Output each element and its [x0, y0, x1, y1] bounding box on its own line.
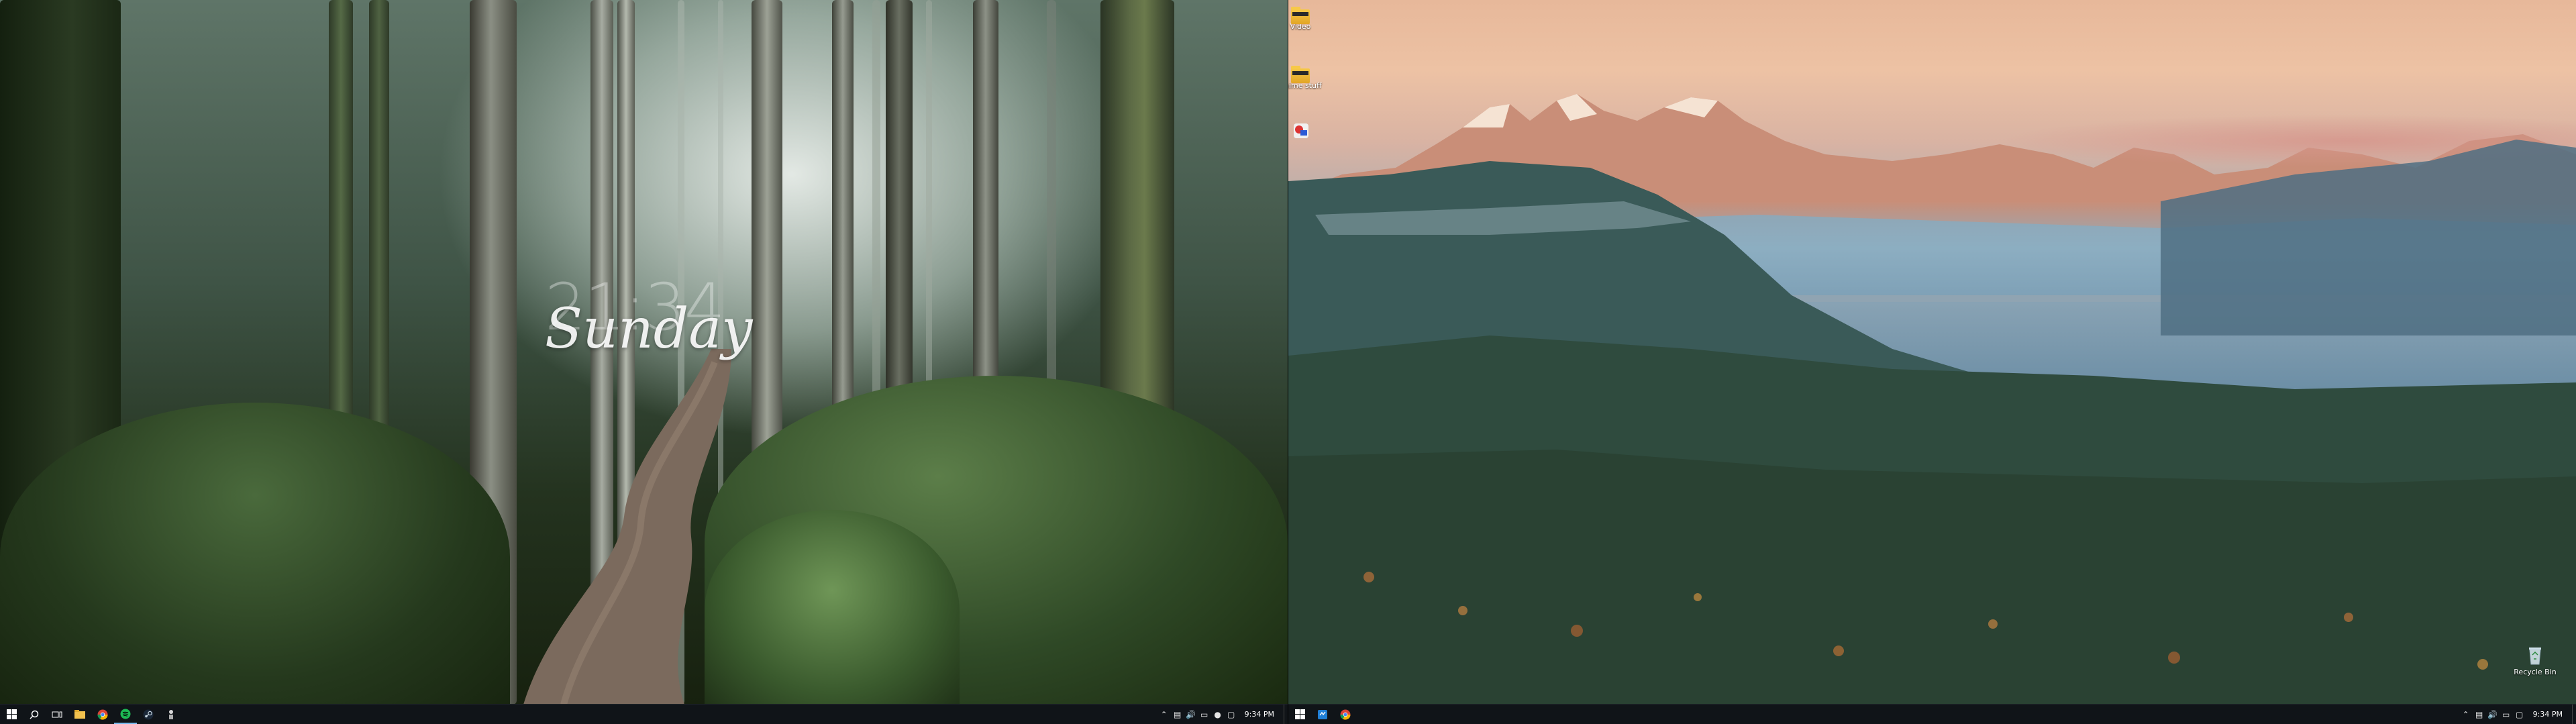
steam-icon	[143, 709, 154, 719]
chrome-icon	[97, 709, 108, 720]
fern-cluster	[705, 510, 960, 711]
pinned-app-button[interactable]	[1311, 705, 1334, 724]
desktop-icon-video[interactable]: Video	[1288, 5, 1326, 31]
app-icon	[1318, 709, 1327, 719]
spotify-icon	[120, 709, 131, 719]
notification-icon[interactable]: ▢	[1225, 710, 1238, 719]
volume-icon[interactable]: 🔊	[2486, 710, 2500, 719]
fern-cluster	[0, 403, 510, 711]
notification-icon[interactable]: ▢	[2513, 710, 2526, 719]
taskbar-clock[interactable]: 9:34 PM	[1238, 710, 1284, 719]
windows-logo-icon	[1294, 709, 1305, 719]
clock-widget: 21:34 Sunday	[545, 275, 753, 361]
chevron-up-icon[interactable]: ⌃	[1157, 710, 1171, 719]
network-icon[interactable]: ▤	[1171, 710, 1184, 719]
file-explorer-icon	[74, 710, 85, 719]
folder-icon	[1291, 7, 1310, 24]
chrome-icon	[1340, 709, 1351, 720]
show-desktop-button[interactable]	[2572, 705, 2576, 724]
app-tray-icon[interactable]: ●	[1211, 710, 1225, 719]
battery-icon[interactable]: ▭	[2500, 710, 2513, 719]
start-button[interactable]	[0, 705, 23, 724]
desktop-icon-anime-stuff[interactable]: Anime stuff	[1288, 64, 1326, 90]
network-icon[interactable]: ▤	[2473, 710, 2486, 719]
taskbar-right: ⌃ ▤ 🔊 ▭ ▢ 9:34 PM	[1288, 704, 2576, 724]
volume-icon[interactable]: 🔊	[1184, 710, 1198, 719]
desktop-icon-recycle-bin[interactable]: Recycle Bin	[2510, 644, 2561, 676]
desktop-icon-label: Recycle Bin	[2514, 668, 2557, 676]
task-view-button[interactable]	[46, 705, 68, 724]
show-desktop-button[interactable]	[1284, 705, 1288, 724]
system-tray-left: ⌃ ▤ 🔊 ▭ ● ▢ 9:34 PM	[1157, 705, 1288, 724]
system-tray-right: ⌃ ▤ 🔊 ▭ ▢ 9:34 PM	[2459, 705, 2576, 724]
windows-logo-icon	[6, 709, 17, 719]
chevron-up-icon[interactable]: ⌃	[2459, 710, 2473, 719]
desktop-icon-game-shortcut[interactable]	[1288, 119, 1326, 143]
file-explorer-button[interactable]	[68, 705, 91, 724]
right-monitor: Video Anime stuff Recycle Bin	[1288, 0, 2576, 724]
task-view-icon	[52, 711, 62, 717]
spotify-button[interactable]	[114, 705, 137, 724]
folder-icon	[1291, 66, 1310, 83]
battery-icon[interactable]: ▭	[1198, 710, 1211, 719]
steam-button[interactable]	[137, 705, 160, 724]
taskbar-left: ⌃ ▤ 🔊 ▭ ● ▢ 9:34 PM	[0, 704, 1288, 724]
search-icon	[30, 710, 39, 719]
autumn-trees	[1363, 572, 2488, 670]
chrome-button[interactable]	[1334, 705, 1357, 724]
pinned-app-button[interactable]	[160, 705, 183, 724]
recycle-bin-icon	[2524, 644, 2546, 666]
search-button[interactable]	[23, 705, 46, 724]
taskbar-clock[interactable]: 9:34 PM	[2526, 710, 2572, 719]
app-icon	[169, 709, 173, 719]
game-shortcut-icon	[1290, 119, 1311, 141]
left-monitor: 21:34 Sunday ⌃ ▤ 🔊 ▭ ● ▢ 9:34 PM	[0, 0, 1288, 724]
forest-wallpaper: 21:34 Sunday	[0, 0, 1288, 711]
start-button[interactable]	[1288, 705, 1311, 724]
chrome-button[interactable]	[91, 705, 114, 724]
widget-day: Sunday	[545, 297, 753, 361]
mountain-wallpaper: Video Anime stuff Recycle Bin	[1288, 0, 2576, 705]
